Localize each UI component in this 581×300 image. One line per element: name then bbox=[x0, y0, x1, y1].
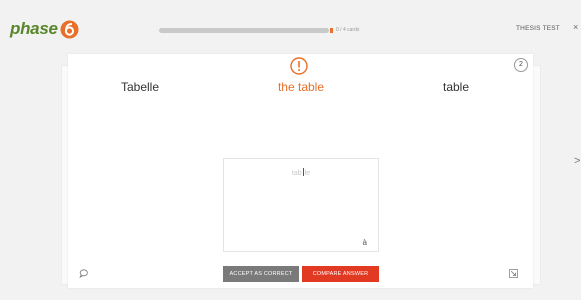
next-card-arrow-icon[interactable]: > bbox=[574, 155, 580, 167]
accept-as-correct-button[interactable]: ACCEPT AS CORRECT bbox=[223, 266, 299, 282]
top-bar: phase 0 / 4 cards THESIS TEST × bbox=[0, 0, 581, 54]
progress-label: 0 / 4 cards bbox=[336, 27, 360, 33]
expand-icon[interactable] bbox=[509, 265, 518, 278]
warning-icon bbox=[290, 57, 308, 75]
comment-icon[interactable] bbox=[79, 265, 88, 279]
flashcard: 2 Tabelle the table table tab le à ACCEPT… bbox=[68, 54, 533, 288]
user-answer-word: table bbox=[442, 80, 470, 94]
correct-answer: the table bbox=[277, 80, 325, 94]
compare-answer-button[interactable]: COMPARE ANSWER bbox=[302, 266, 379, 282]
progress-bar bbox=[159, 27, 329, 33]
logo-text: phase bbox=[10, 19, 58, 38]
progress-marker bbox=[330, 27, 333, 33]
project-title: THESIS TEST bbox=[516, 25, 560, 32]
progress-indicator: 0 / 4 cards bbox=[159, 27, 359, 33]
answer-rest: le bbox=[304, 170, 311, 177]
answer-typed: tab bbox=[291, 170, 302, 177]
phase6-logo[interactable]: phase bbox=[10, 17, 79, 41]
logo-six-icon bbox=[60, 20, 79, 39]
card-stack-right-edge bbox=[533, 65, 541, 285]
source-word: Tabelle bbox=[120, 80, 160, 94]
answer-input-text: tab le bbox=[224, 168, 378, 177]
answer-input[interactable]: tab le à bbox=[223, 158, 379, 252]
special-character-button[interactable]: à bbox=[363, 238, 367, 247]
card-repeat-counter: 2 bbox=[514, 58, 528, 72]
close-icon[interactable]: × bbox=[573, 22, 578, 32]
text-caret bbox=[302, 168, 304, 176]
